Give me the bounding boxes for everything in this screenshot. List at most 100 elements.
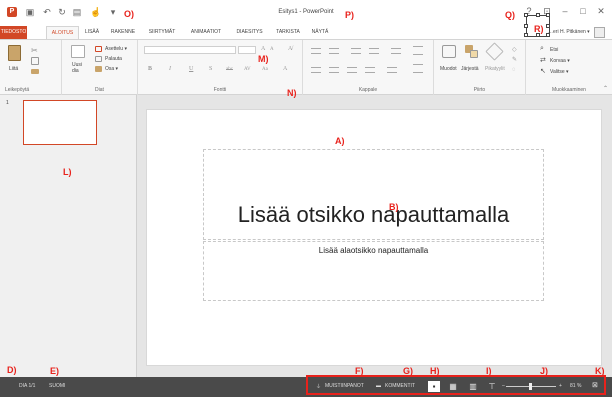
annotation-m: M): [258, 54, 269, 64]
annotation-d: D): [7, 365, 17, 375]
copy-icon[interactable]: [31, 57, 39, 65]
slides-group-label: Diat: [95, 87, 104, 93]
shapes-icon[interactable]: [442, 45, 456, 58]
close-button[interactable]: ✕: [594, 5, 608, 17]
selection-handle: [546, 24, 550, 28]
bold-button[interactable]: B: [148, 66, 152, 72]
annotation-n: N): [287, 88, 297, 98]
tab-home[interactable]: ALOITUS: [46, 26, 79, 39]
italic-button[interactable]: I: [169, 66, 171, 72]
tab-view[interactable]: NÄYTÄ: [309, 26, 331, 39]
font-size-dropdown[interactable]: [238, 46, 256, 54]
title-bar: P ▣ ↶ ↻ ▤ ☝ ▾ Esitys1 - PowerPoint ? ⊡ –…: [0, 0, 612, 26]
new-slide-icon[interactable]: [71, 45, 85, 58]
paste-button-label[interactable]: Liitä: [9, 66, 18, 72]
section-button[interactable]: Osa ▾: [105, 66, 118, 72]
font-group: A A A̸ B I U S abc AV Aa A Fontti: [138, 40, 303, 95]
replace-icon[interactable]: ⇄: [540, 56, 546, 64]
selection-handle: [546, 33, 550, 37]
layout-icon[interactable]: [95, 46, 102, 52]
title-placeholder-text[interactable]: Lisää otsikko napauttamalla: [204, 202, 543, 228]
bullets-icon[interactable]: [311, 48, 321, 54]
tab-file[interactable]: TIEDOSTO: [0, 26, 27, 39]
user-account-name[interactable]: …eri H. Pitkänen ▾: [548, 29, 590, 35]
minimize-button[interactable]: –: [558, 5, 572, 17]
tab-design[interactable]: RAKENNE: [108, 26, 138, 39]
annotation-g: G): [403, 366, 413, 376]
replace-button[interactable]: Korvaa ▾: [550, 58, 570, 64]
find-icon[interactable]: ⌕: [540, 45, 544, 53]
shapes-button-label[interactable]: Muodot: [440, 66, 457, 72]
title-placeholder[interactable]: Lisää otsikko napauttamalla: [203, 149, 544, 240]
slide-thumbnail-pane[interactable]: 1: [0, 95, 136, 377]
reset-button[interactable]: Palauta: [105, 56, 122, 62]
shrink-font-icon[interactable]: A: [270, 47, 274, 52]
decrease-indent-icon[interactable]: [351, 48, 361, 54]
tab-insert[interactable]: LISÄÄ: [82, 26, 102, 39]
subtitle-placeholder[interactable]: Lisää alaotsikko napauttamalla: [203, 241, 544, 301]
annotation-l: L): [63, 167, 72, 177]
collapse-ribbon-chevron-up-icon[interactable]: ⌃: [603, 85, 608, 92]
selection-handle: [524, 33, 528, 37]
slide-thumbnail[interactable]: [23, 100, 97, 145]
annotation-o: O): [124, 9, 134, 19]
font-color-button[interactable]: A: [283, 66, 287, 72]
selection-handle: [524, 24, 528, 28]
clipboard-group-label: Leikepöytä: [5, 87, 30, 93]
paste-icon[interactable]: [8, 45, 21, 61]
line-spacing-icon[interactable]: [391, 48, 401, 54]
annotation-j: J): [540, 366, 549, 376]
numbering-icon[interactable]: [329, 48, 339, 54]
avatar[interactable]: [594, 27, 605, 38]
font-name-dropdown[interactable]: [144, 46, 236, 54]
find-button[interactable]: Etsi: [550, 47, 558, 53]
increase-indent-icon[interactable]: [369, 48, 379, 54]
tab-slideshow[interactable]: DIAESITYS: [233, 26, 266, 39]
slides-group: Uusi dia Asettelu ▾ Palauta Osa ▾ Diat: [62, 40, 138, 95]
new-slide-button-label[interactable]: Uusi dia: [72, 62, 82, 74]
ribbon: Liitä ✂ Leikepöytä Uusi dia Asettelu ▾ P…: [0, 39, 612, 95]
shape-fill-icon[interactable]: ◇: [512, 46, 517, 53]
justify-icon[interactable]: [365, 67, 375, 73]
align-right-icon[interactable]: [347, 67, 357, 73]
quick-styles-button-label[interactable]: Pikatyylit: [485, 66, 505, 72]
shape-outline-icon[interactable]: ✎: [512, 56, 517, 63]
select-button[interactable]: Valitse ▾: [550, 69, 569, 75]
selection-handle: [536, 13, 540, 17]
arrange-button-label[interactable]: Järjestä: [461, 66, 479, 72]
select-cursor-icon[interactable]: ↖: [540, 67, 546, 75]
tab-animations[interactable]: ANIMAATIOT: [186, 26, 226, 39]
tab-review[interactable]: TARKISTA: [273, 26, 303, 39]
tab-transitions[interactable]: SIIRTYMÄT: [145, 26, 179, 39]
slide-count-indicator[interactable]: DIA 1/1: [19, 383, 35, 389]
text-shadow-button[interactable]: S: [209, 66, 212, 72]
text-direction-icon[interactable]: [413, 46, 423, 55]
grow-font-icon[interactable]: A: [261, 46, 265, 52]
editing-group: ⌕ Etsi ⇄ Korvaa ▾ ↖ Valitse ▾ Muokkaamin…: [526, 40, 612, 95]
character-spacing-button[interactable]: AV: [244, 67, 251, 72]
language-indicator[interactable]: SUOMI: [49, 383, 65, 389]
thumbnail-slide-number: 1: [6, 100, 9, 106]
drawing-group: Muodot Järjestä Pikatyylit ◇ ✎ ◌ Piirto: [434, 40, 526, 95]
cut-icon[interactable]: ✂: [31, 46, 38, 55]
strikethrough-button[interactable]: abc: [226, 67, 233, 72]
slide-editing-area[interactable]: Lisää otsikko napauttamalla Lisää alaots…: [136, 95, 612, 377]
annotation-p: P): [345, 10, 354, 20]
underline-button[interactable]: U: [189, 66, 193, 72]
convert-to-smartart-icon[interactable]: [413, 64, 423, 73]
align-left-icon[interactable]: [311, 67, 321, 73]
align-center-icon[interactable]: [329, 67, 339, 73]
maximize-button[interactable]: □: [576, 5, 590, 17]
format-painter-icon[interactable]: [31, 69, 39, 74]
reset-icon[interactable]: [95, 56, 102, 62]
clear-formatting-icon[interactable]: A̸: [288, 46, 292, 52]
layout-button[interactable]: Asettelu ▾: [105, 46, 127, 52]
change-case-button[interactable]: Aa: [262, 67, 268, 72]
columns-icon[interactable]: [387, 67, 397, 73]
slide-canvas[interactable]: Lisää otsikko napauttamalla Lisää alaots…: [146, 109, 602, 366]
section-icon[interactable]: [95, 66, 102, 72]
subtitle-placeholder-text[interactable]: Lisää alaotsikko napauttamalla: [204, 246, 543, 255]
shape-effects-icon[interactable]: ◌: [512, 67, 516, 73]
quick-styles-icon[interactable]: [485, 42, 504, 61]
annotation-e: E): [50, 366, 59, 376]
